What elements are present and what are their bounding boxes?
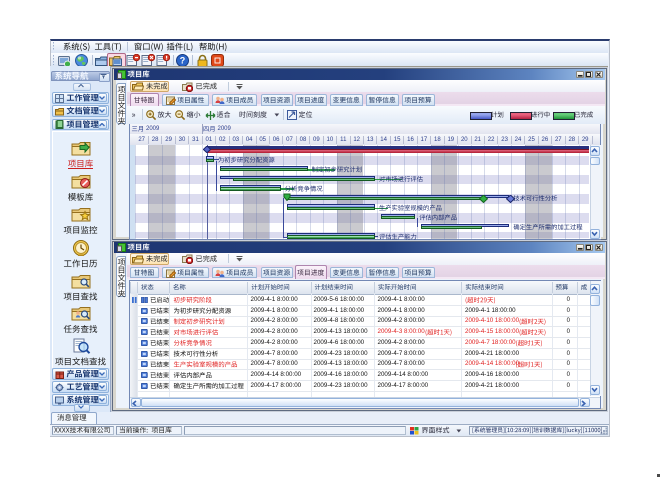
svg-text:?: ? (180, 56, 186, 66)
